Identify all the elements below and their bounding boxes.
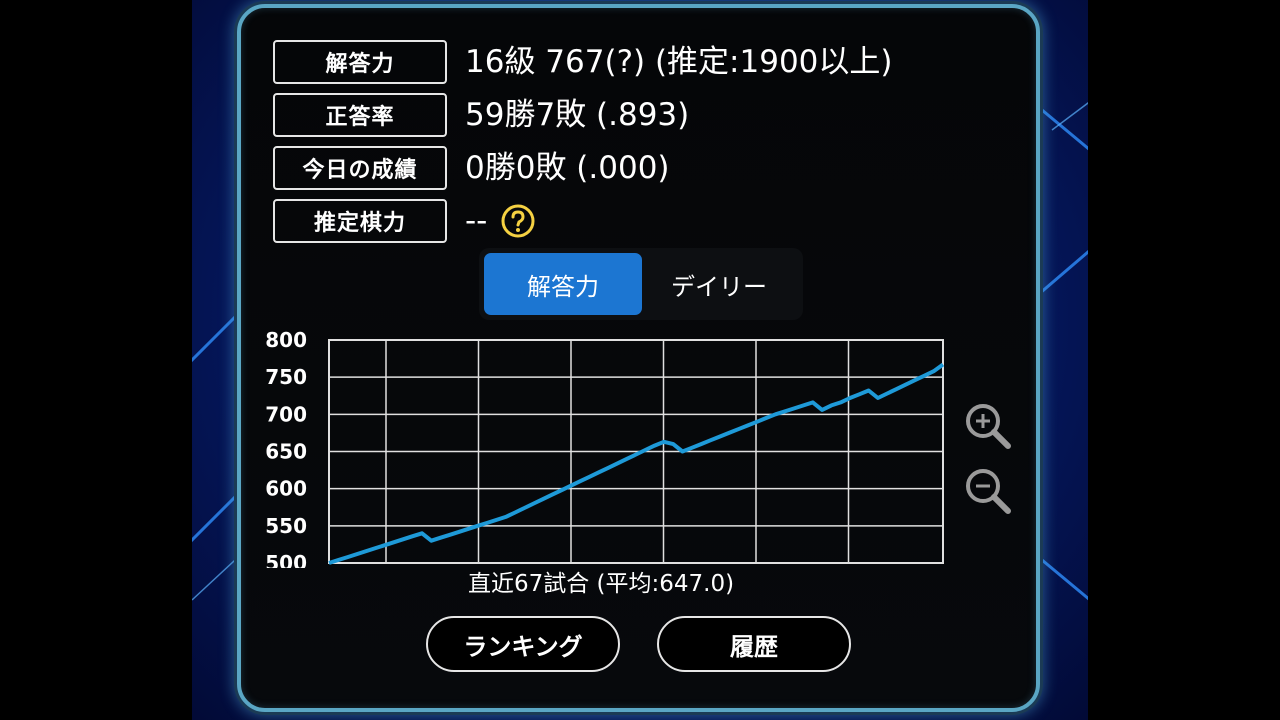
- zoom-out-icon[interactable]: [963, 466, 1013, 516]
- stat-label: 解答力: [273, 40, 447, 84]
- chart-caption: 直近67試合 (平均:647.0): [467, 571, 735, 597]
- y-tick-label: 750: [265, 365, 307, 389]
- question-circle-icon[interactable]: [501, 204, 535, 238]
- stat-label: 今日の成績: [273, 146, 447, 190]
- player-stats-panel: 解答力 16級 767(?) (推定:1900以上) 正答率 59勝7敗 (.8…: [237, 4, 1040, 712]
- stat-value: --: [465, 203, 488, 239]
- game-screen: 解答力 16級 767(?) (推定:1900以上) 正答率 59勝7敗 (.8…: [192, 0, 1088, 720]
- stat-label: 推定棋力: [273, 199, 447, 243]
- y-tick-label: 550: [265, 514, 307, 538]
- y-tick-label: 650: [265, 440, 307, 464]
- series-line: [328, 362, 945, 565]
- zoom-in-icon[interactable]: [963, 401, 1013, 451]
- rating-chart: 800 750 700 650 600 550 500: [265, 328, 945, 568]
- chart-mode-toggle: 解答力 デイリー: [479, 248, 803, 320]
- stat-value: 59勝7敗 (.893): [465, 97, 690, 133]
- history-button[interactable]: 履歴: [657, 616, 851, 672]
- y-tick-label: 500: [265, 551, 307, 568]
- stat-value: 16級 767(?) (推定:1900以上): [465, 44, 893, 80]
- y-tick-label: 700: [265, 402, 307, 426]
- ranking-button[interactable]: ランキング: [426, 616, 620, 672]
- y-tick-label: 800: [265, 328, 307, 352]
- tab-solving-power[interactable]: 解答力: [484, 253, 642, 315]
- tab-daily[interactable]: デイリー: [640, 253, 798, 315]
- stat-label: 正答率: [273, 93, 447, 137]
- stat-value: 0勝0敗 (.000): [465, 150, 670, 186]
- y-tick-label: 600: [265, 477, 307, 501]
